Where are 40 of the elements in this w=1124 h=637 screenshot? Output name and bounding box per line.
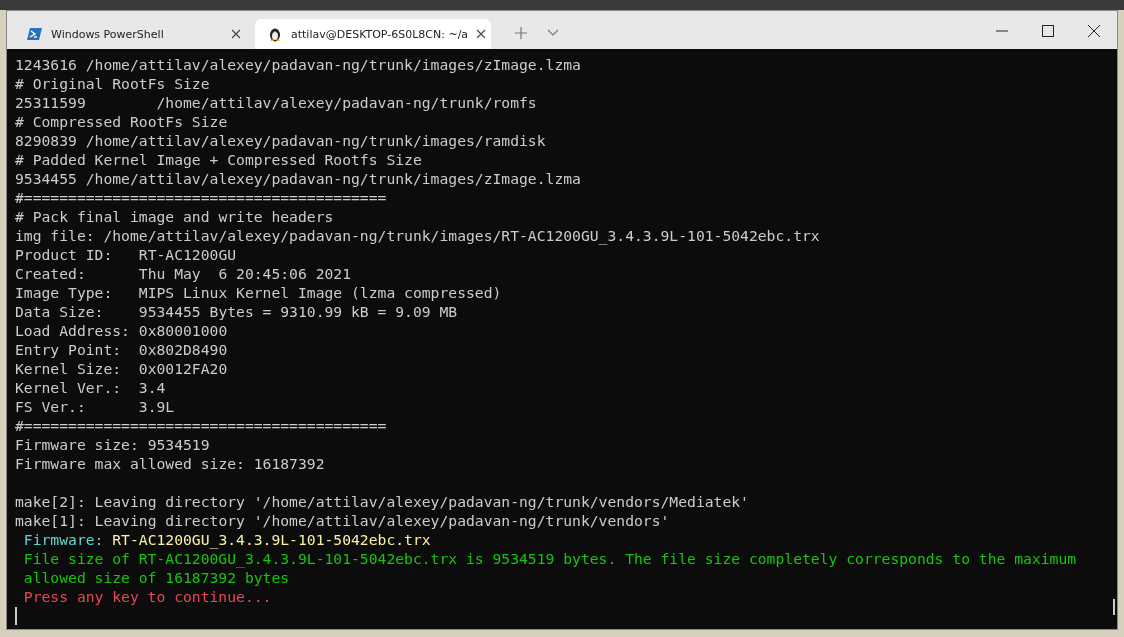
terminal-line: 9534455 /home/attilav/alexey/padavan-ng/trunk/images/zImage.lzma xyxy=(15,169,581,188)
terminal-line: 8290839 /home/attilav/alexey/padavan-ng/trunk/images/ramdisk xyxy=(15,131,546,150)
terminal-line: # Original RootFs Size xyxy=(15,74,210,93)
terminal-line: make[1]: Leaving directory '/home/attilav/alexey/padavan-ng/trunk/vendors' xyxy=(15,511,670,530)
terminal-line: make[2]: Leaving directory '/home/attilav/alexey/padavan-ng/trunk/vendors/Mediatek' xyxy=(15,492,749,511)
terminal-line: Kernel Ver.: 3.4 xyxy=(15,378,166,397)
scrollbar-thumb[interactable] xyxy=(1113,599,1115,615)
terminal-line: Created: Thu May 6 20:45:06 2021 xyxy=(15,264,352,283)
terminal-line: 25311599 /home/attilav/alexey/padavan-ng/trunk/romfs xyxy=(15,93,537,112)
terminal-line: Data Size: 9534455 Bytes = 9310.99 kB = 9.09 MB xyxy=(15,302,458,321)
firmware-name: RT-AC1200GU_3.4.3.9L-101-5042ebc.trx xyxy=(112,531,431,548)
terminal-line: #========================================= xyxy=(15,188,387,207)
terminal-tab[interactable]: Windows PowerShell xyxy=(15,19,251,49)
close-tab-icon[interactable] xyxy=(231,29,241,39)
terminal-tab[interactable]: attilav@DESKTOP-6S0L8CN: ~/a xyxy=(255,19,491,49)
terminal-line: Firmware max allowed size: 16187392 xyxy=(15,454,325,473)
terminal-line: FS Ver.: 3.9L xyxy=(15,397,175,416)
terminal-line: 1243616 /home/attilav/alexey/padavan-ng/trunk/images/zImage.lzma xyxy=(15,55,581,74)
terminal-line: Kernel Size: 0x0012FA20 xyxy=(15,359,228,378)
terminal-line: # Pack final image and write headers xyxy=(15,207,334,226)
terminal-line: Firmware size: 9534519 xyxy=(15,435,210,454)
terminal-line: Load Address: 0x80001000 xyxy=(15,321,228,340)
prompt-message: Press any key to continue... xyxy=(22,587,272,606)
terminal-line: #========================================= xyxy=(15,416,387,435)
firmware-label: Firmware: xyxy=(23,531,104,548)
terminal-line: Product ID: RT-AC1200GU xyxy=(15,245,237,264)
text-cursor xyxy=(15,607,17,625)
maximize-icon[interactable] xyxy=(1042,25,1054,37)
terminal-line: # Compressed RootFs Size xyxy=(15,112,228,131)
powershell-icon xyxy=(27,26,43,42)
close-icon[interactable] xyxy=(1088,25,1100,37)
dropdown-icon[interactable] xyxy=(547,29,559,37)
success-message: File size of RT-AC1200GU_3.4.3.9L-101-5042ebc.trx is 9534519 bytes. The file size completely corresponds to the maximum allowed size of 16187392 bytes xyxy=(22,549,1078,587)
new-tab-icon[interactable] xyxy=(515,27,527,39)
terminal-line: Entry Point: 0x802D8490 xyxy=(15,340,228,359)
terminal-line: # Padded Kernel Image + Compressed Rootfs Size xyxy=(15,150,422,169)
terminal-line: img file: /home/attilav/alexey/padavan-ng/trunk/images/RT-AC1200GU_3.4.3.9L-101-5042ebc.trx xyxy=(15,226,820,245)
penguin-icon xyxy=(267,26,283,42)
terminal-line: Image Type: MIPS Linux Kernel Image (lzma compressed) xyxy=(15,283,502,302)
close-tab-icon[interactable] xyxy=(476,29,487,39)
